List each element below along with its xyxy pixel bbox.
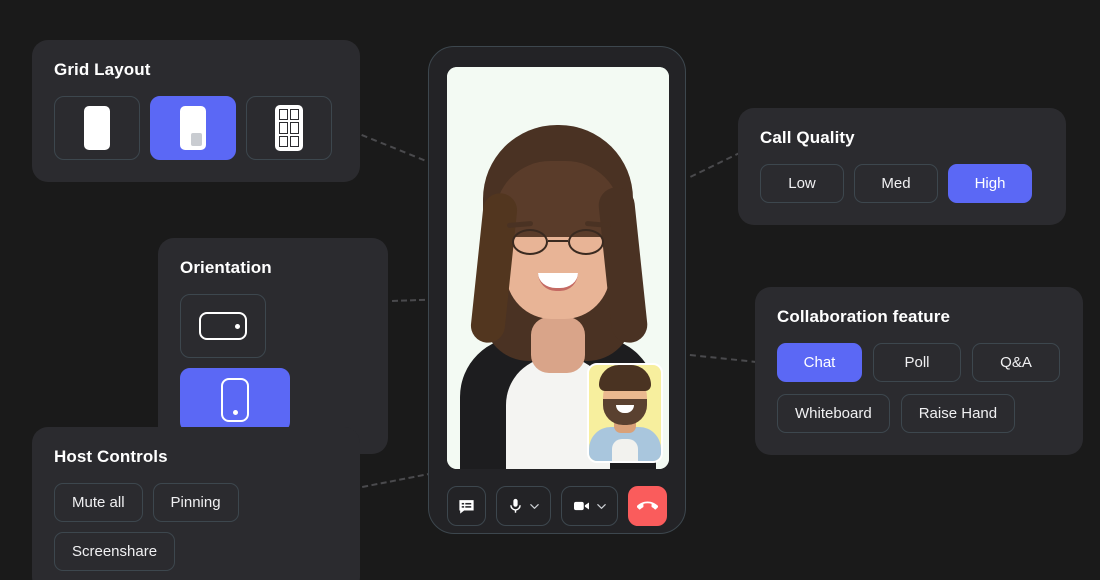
orientation-options [180, 294, 366, 432]
end-call-button[interactable] [628, 486, 667, 526]
camera-button[interactable] [561, 486, 618, 526]
connector-grid-layout-to-phone [361, 134, 435, 166]
connector-host-controls-to-phone [362, 472, 434, 488]
connector-phone-to-collaboration [689, 354, 758, 364]
quality-low-button[interactable]: Low [760, 164, 844, 203]
panel-collaboration-feature: Collaboration feature Chat Poll Q&A Whit… [755, 287, 1083, 455]
raise-hand-feature-button[interactable]: Raise Hand [900, 394, 1016, 433]
landscape-icon [199, 312, 247, 340]
video-call-screen [447, 67, 669, 469]
chevron-down-icon [530, 503, 539, 509]
whiteboard-feature-button[interactable]: Whiteboard [777, 394, 890, 433]
collaboration-title: Collaboration feature [777, 307, 951, 326]
layout-grid-option[interactable] [246, 96, 332, 160]
pip-participant-video[interactable] [587, 363, 663, 463]
microphone-button[interactable] [496, 486, 551, 526]
microphone-icon [510, 498, 521, 513]
connector-phone-to-call-quality [690, 151, 742, 178]
screenshot-root: Grid Layout Orientation Host Controls Mu… [0, 0, 1100, 580]
chat-feature-button[interactable]: Chat [777, 343, 862, 382]
grid-layout-title: Grid Layout [54, 60, 151, 79]
portrait-icon [221, 378, 249, 422]
grid-layout-options [54, 96, 338, 160]
layout-single-option[interactable] [54, 96, 140, 160]
orientation-landscape-option[interactable] [180, 294, 266, 358]
chat-button[interactable] [447, 486, 486, 526]
pinning-button[interactable]: Pinning [152, 483, 239, 522]
mute-all-button[interactable]: Mute all [54, 483, 143, 522]
phone-mockup [428, 46, 686, 534]
call-control-bar [447, 485, 667, 527]
camera-icon [574, 501, 589, 511]
phone-single-layout-icon [84, 106, 110, 150]
panel-orientation: Orientation [158, 238, 388, 454]
eyeglasses [512, 229, 604, 255]
collaboration-buttons: Chat Poll Q&A Whiteboard Raise Hand [777, 343, 1061, 433]
host-controls-title: Host Controls [54, 447, 168, 466]
poll-feature-button[interactable]: Poll [873, 343, 961, 382]
chevron-down-icon [597, 503, 606, 509]
quality-high-button[interactable]: High [948, 164, 1032, 203]
orientation-title: Orientation [180, 258, 272, 277]
layout-pip-option[interactable] [150, 96, 236, 160]
panel-call-quality: Call Quality Low Med High [738, 108, 1066, 225]
end-call-icon [637, 501, 658, 510]
host-controls-buttons: Mute all Pinning Screenshare [54, 483, 338, 571]
chat-icon [459, 499, 474, 514]
quality-med-button[interactable]: Med [854, 164, 938, 203]
screenshare-button[interactable]: Screenshare [54, 532, 176, 571]
qa-feature-button[interactable]: Q&A [972, 343, 1060, 382]
call-quality-buttons: Low Med High [760, 164, 1044, 203]
orientation-portrait-option[interactable] [180, 368, 290, 432]
call-quality-title: Call Quality [760, 128, 855, 147]
panel-host-controls: Host Controls Mute all Pinning Screensha… [32, 427, 360, 580]
phone-pip-layout-icon [180, 106, 206, 150]
phone-grid-layout-icon [275, 105, 303, 151]
panel-grid-layout: Grid Layout [32, 40, 360, 182]
